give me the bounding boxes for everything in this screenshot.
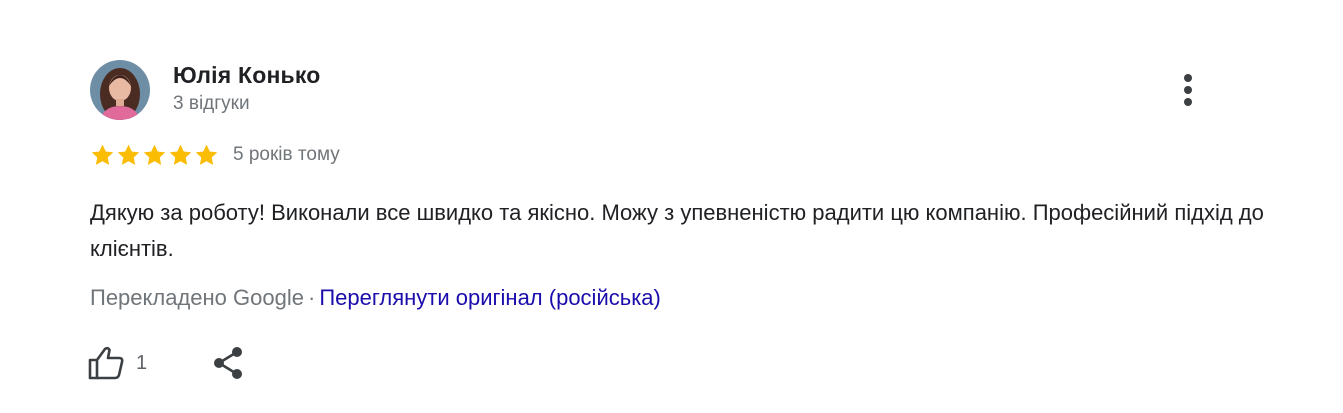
share-button[interactable] bbox=[208, 343, 248, 383]
avatar[interactable] bbox=[90, 60, 150, 120]
star-icon bbox=[195, 144, 218, 165]
more-vert-icon bbox=[1184, 74, 1192, 106]
rating-row: 5 років тому bbox=[90, 141, 340, 169]
star-icon bbox=[143, 144, 166, 165]
star-rating bbox=[90, 143, 219, 168]
review-date: 5 років тому bbox=[233, 144, 340, 165]
author-name[interactable]: Юлія Конько bbox=[173, 62, 321, 89]
view-original-link[interactable]: Переглянути оригінал (російська) bbox=[319, 285, 661, 310]
star-icon bbox=[91, 144, 114, 165]
separator: · bbox=[307, 285, 316, 310]
more-options-button[interactable] bbox=[1168, 70, 1208, 110]
thumb-up-icon bbox=[88, 346, 124, 380]
author-review-count: 3 відгуки bbox=[173, 93, 250, 114]
star-icon bbox=[117, 144, 140, 165]
review-text: Дякую за роботу! Виконали все швидко та … bbox=[90, 200, 1264, 261]
like-button[interactable]: 1 bbox=[88, 343, 147, 383]
profile-photo-icon bbox=[90, 60, 150, 120]
translated-label: Перекладено Google bbox=[90, 285, 304, 310]
translation-line: Перекладено Google · Переглянути оригінал … bbox=[90, 285, 661, 311]
like-count: 1 bbox=[136, 351, 148, 374]
share-icon bbox=[214, 347, 242, 379]
star-icon bbox=[169, 144, 192, 165]
